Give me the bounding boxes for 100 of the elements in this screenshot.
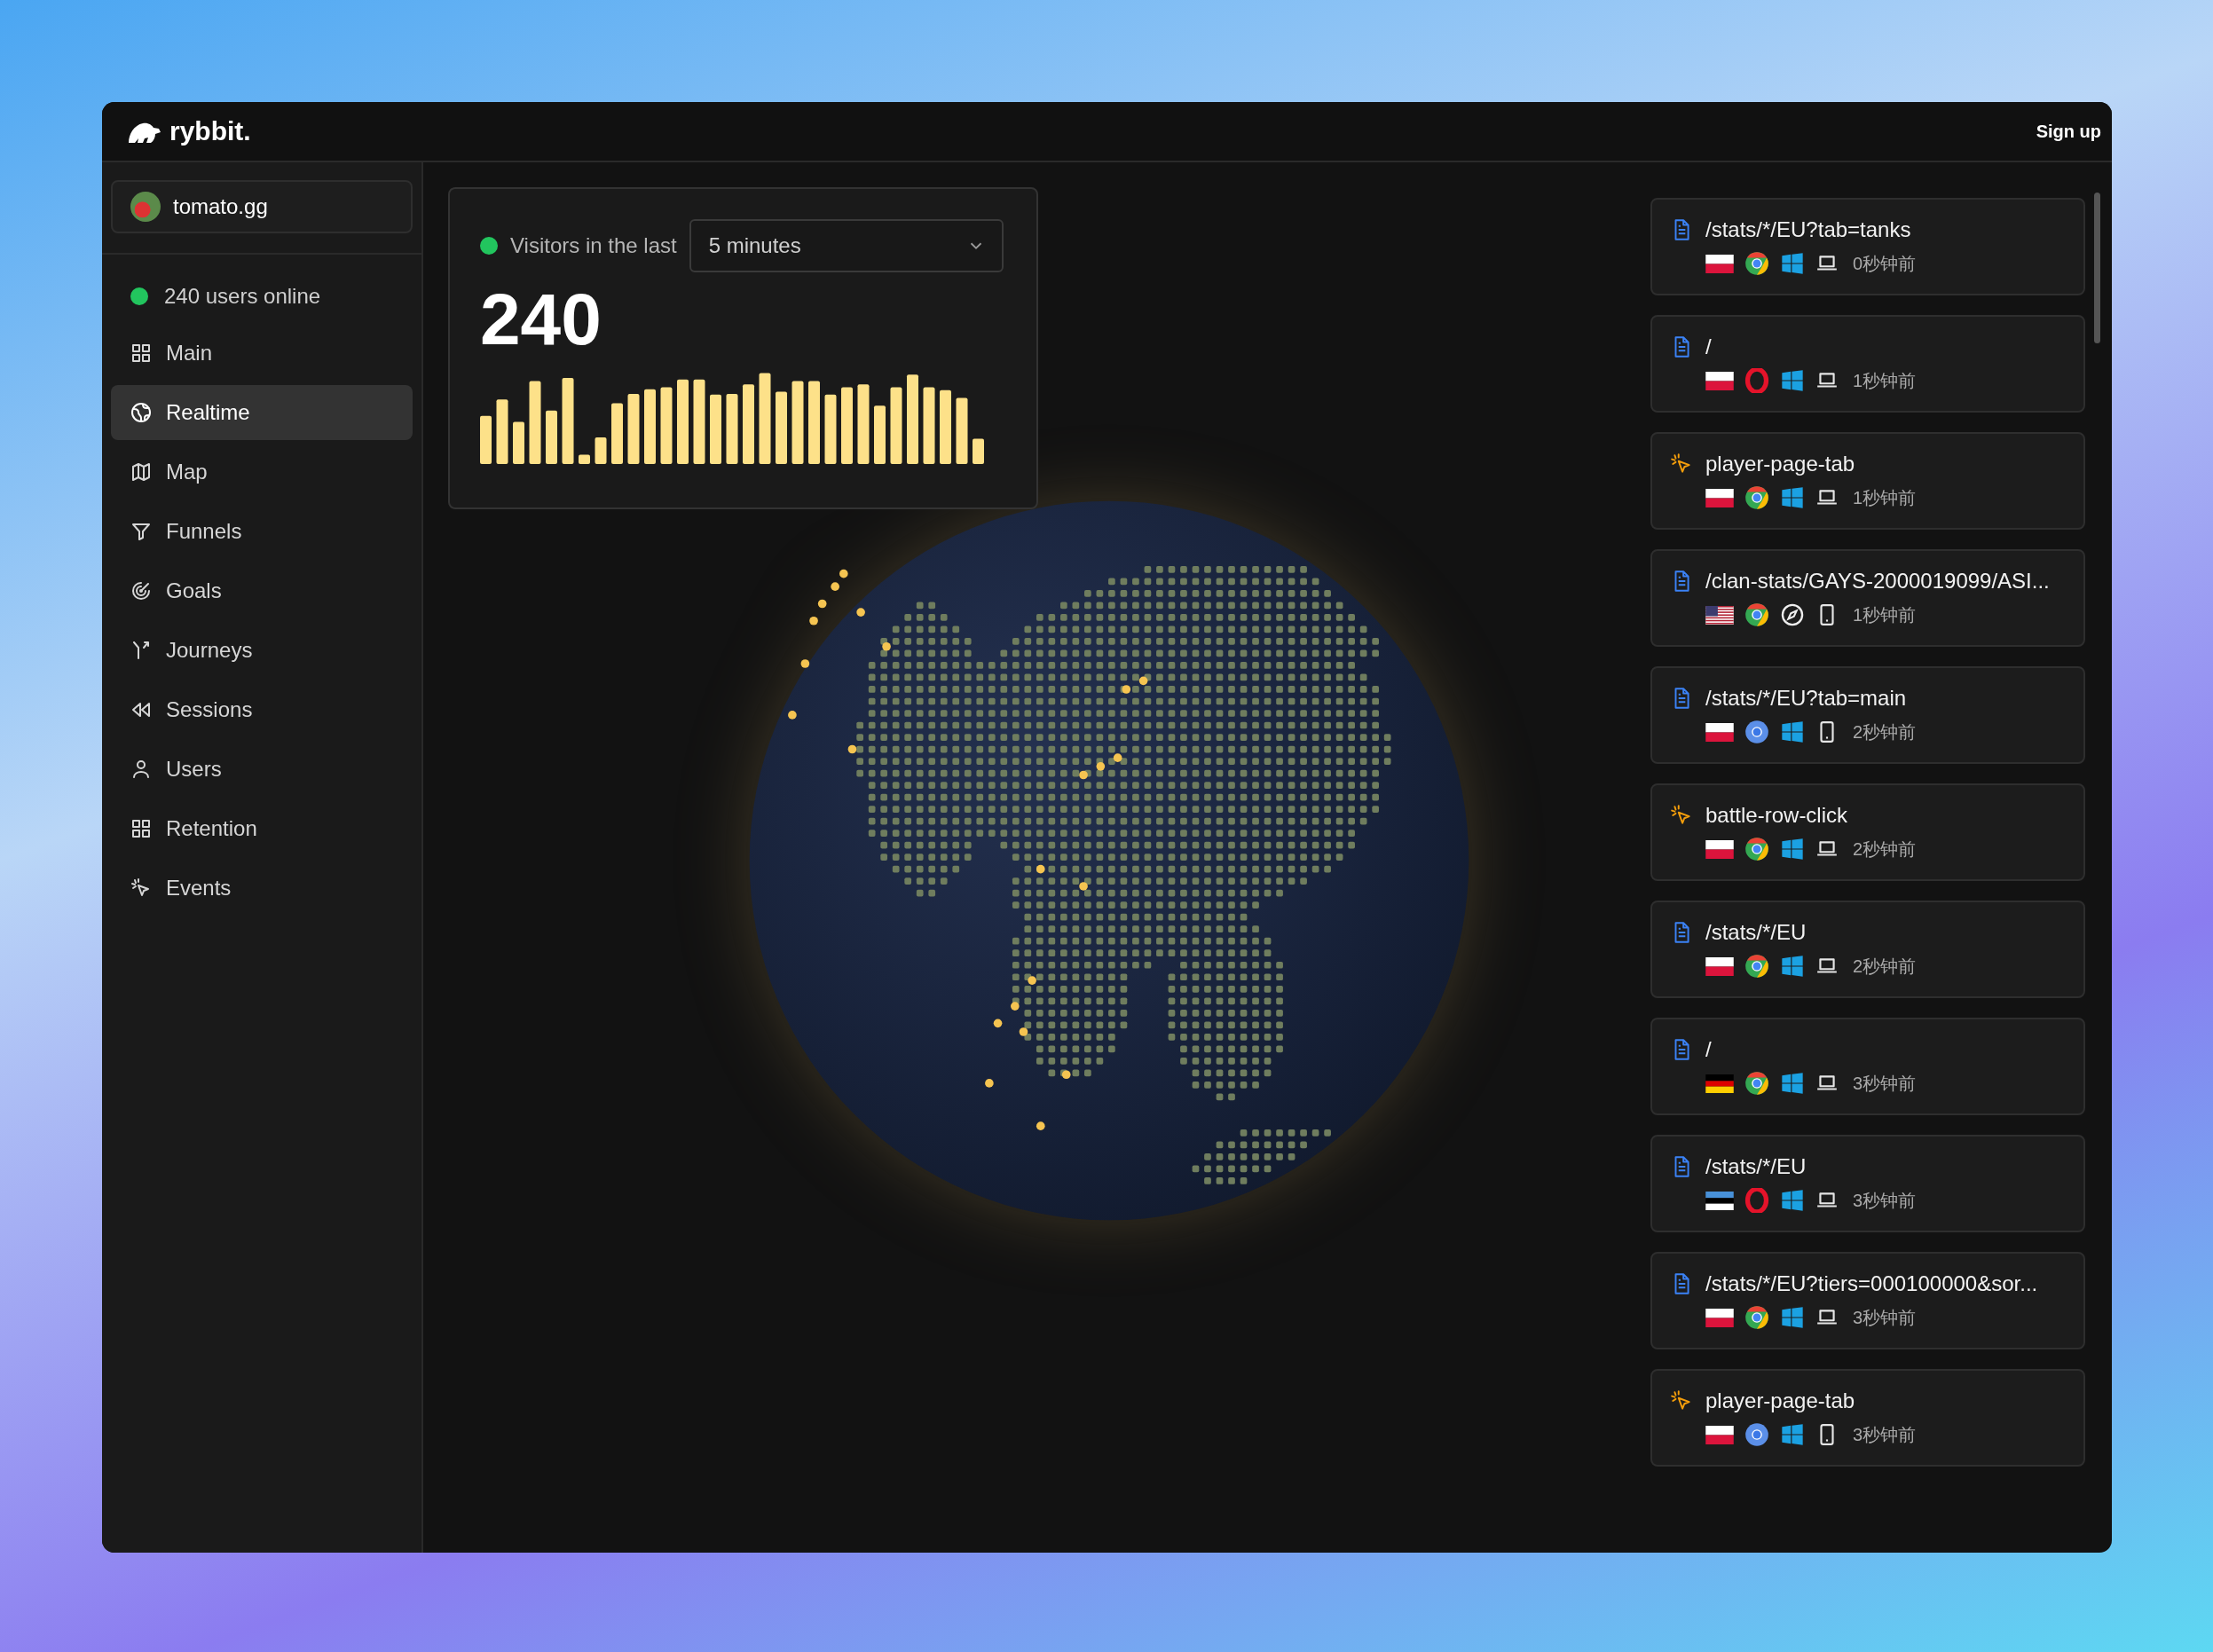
event-path: player-page-tab [1705, 452, 1855, 476]
event-path: /stats/*/EU?tab=main [1705, 686, 1907, 711]
opera-icon [1744, 368, 1769, 393]
windows-icon [1780, 837, 1805, 861]
sparkline-bar [973, 438, 984, 464]
event-time: 2秒钟前 [1853, 955, 1917, 978]
event-card[interactable]: / 3秒钟前 [1650, 1018, 2085, 1115]
nav-item[interactable]: Funnels [111, 504, 413, 559]
sparkline-bar [513, 421, 524, 464]
nav-item[interactable]: Goals [111, 563, 413, 618]
chrome-icon [1744, 1071, 1769, 1096]
event-time: 1秒钟前 [1853, 369, 1917, 392]
sparkline-bar [579, 454, 590, 464]
event-card[interactable]: player-page-tab 3秒钟前 [1650, 1369, 2085, 1467]
nav-item[interactable]: Realtime [111, 385, 413, 440]
time-range-dropdown[interactable]: 5 minutes [689, 219, 1004, 272]
status-dot [130, 287, 148, 305]
chrome-icon [1744, 485, 1769, 510]
event-time: 3秒钟前 [1853, 1189, 1917, 1212]
branch-icon [130, 640, 152, 661]
sparkline-bar [874, 405, 886, 464]
flag-icon [1705, 1308, 1734, 1327]
windows-icon [1780, 1071, 1805, 1096]
event-card[interactable]: /stats/*/EU 2秒钟前 [1650, 901, 2085, 998]
windows-icon [1780, 485, 1805, 510]
sparkline-bar [546, 410, 557, 464]
nav-item[interactable]: Retention [111, 801, 413, 856]
status-dot [480, 237, 498, 255]
funnel-icon [130, 521, 152, 542]
event-card[interactable]: /stats/*/EU 3秒钟前 [1650, 1135, 2085, 1232]
event-path: /clan-stats/GAYS-2000019099/ASI... [1705, 569, 2050, 594]
nav-item[interactable]: Events [111, 861, 413, 916]
event-path: /stats/*/EU?tiers=000100000&sor... [1705, 1271, 2038, 1296]
target-icon [130, 580, 152, 602]
event-card[interactable]: battle-row-click 2秒钟前 [1650, 783, 2085, 881]
flag-icon [1705, 488, 1734, 507]
nav-item[interactable]: Journeys [111, 623, 413, 678]
visitors-label: Visitors in the last [510, 233, 677, 258]
event-time: 0秒钟前 [1853, 252, 1917, 275]
event-card[interactable]: player-page-tab 1秒钟前 [1650, 432, 2085, 530]
windows-icon [1780, 251, 1805, 276]
windows-icon [1780, 720, 1805, 744]
chrome-icon [1744, 251, 1769, 276]
chrome-icon [1744, 954, 1769, 979]
map-icon [130, 461, 152, 483]
event-time: 3秒钟前 [1853, 1072, 1917, 1095]
flag-icon [1705, 839, 1734, 859]
event-time: 1秒钟前 [1853, 486, 1917, 509]
site-avatar-icon [130, 192, 161, 222]
flag-icon [1705, 1191, 1734, 1210]
event-path: player-page-tab [1705, 1388, 1855, 1413]
windows-icon [1780, 1188, 1805, 1213]
sparkline-bar [480, 415, 492, 464]
chrome-icon [1744, 1305, 1769, 1330]
event-path: battle-row-click [1705, 803, 1848, 828]
scrollbar-thumb[interactable] [2094, 193, 2100, 343]
event-card[interactable]: /clan-stats/GAYS-2000019099/ASI... 1秒钟前 [1650, 549, 2085, 647]
event-time: 2秒钟前 [1853, 838, 1917, 861]
flag-icon [1705, 605, 1734, 625]
event-time: 2秒钟前 [1853, 720, 1917, 743]
chrome-icon [1744, 602, 1769, 627]
opera-icon [1744, 1188, 1769, 1213]
event-path: / [1705, 334, 1712, 359]
flag-icon [1705, 371, 1734, 390]
nav-item[interactable]: Map [111, 444, 413, 500]
flag-icon [1705, 254, 1734, 273]
cursor-click-icon [1670, 1389, 1693, 1412]
cursor-click-icon [1670, 804, 1693, 827]
cursor-click-icon [1670, 452, 1693, 476]
event-time: 1秒钟前 [1853, 603, 1917, 626]
cursor-click-icon [130, 877, 152, 899]
site-selector[interactable]: tomato.gg [111, 180, 413, 233]
chromium-icon [1744, 720, 1769, 744]
flag-icon [1705, 722, 1734, 742]
event-card[interactable]: /stats/*/EU?tab=tanks 0秒钟前 [1650, 198, 2085, 295]
event-time: 3秒钟前 [1853, 1306, 1917, 1329]
event-time: 3秒钟前 [1853, 1423, 1917, 1446]
online-count: 240 users online [164, 284, 321, 309]
sparkline-bar [611, 403, 623, 464]
nav-item[interactable]: Main [111, 326, 413, 381]
flag-icon [1705, 1074, 1734, 1093]
visitor-count: 240 [480, 283, 602, 356]
event-path: /stats/*/EU?tab=tanks [1705, 217, 1911, 242]
event-path: /stats/*/EU [1705, 1154, 1807, 1179]
flag-icon [1705, 1425, 1734, 1444]
compass-icon [1780, 602, 1805, 627]
chrome-icon [1744, 837, 1769, 861]
windows-icon [1780, 954, 1805, 979]
event-card[interactable]: /stats/*/EU?tiers=000100000&sor... 3秒钟前 [1650, 1252, 2085, 1349]
flag-icon [1705, 956, 1734, 976]
user-icon [130, 759, 152, 780]
event-path: / [1705, 1037, 1712, 1062]
windows-icon [1780, 1305, 1805, 1330]
sign-up-link[interactable]: Sign up [2036, 121, 2101, 142]
sparkline-bar [595, 437, 607, 464]
event-card[interactable]: /stats/*/EU?tab=main 2秒钟前 [1650, 666, 2085, 764]
nav-item[interactable]: Sessions [111, 682, 413, 737]
nav-item[interactable]: Users [111, 742, 413, 797]
event-card[interactable]: / 1秒钟前 [1650, 315, 2085, 413]
windows-icon [1780, 368, 1805, 393]
